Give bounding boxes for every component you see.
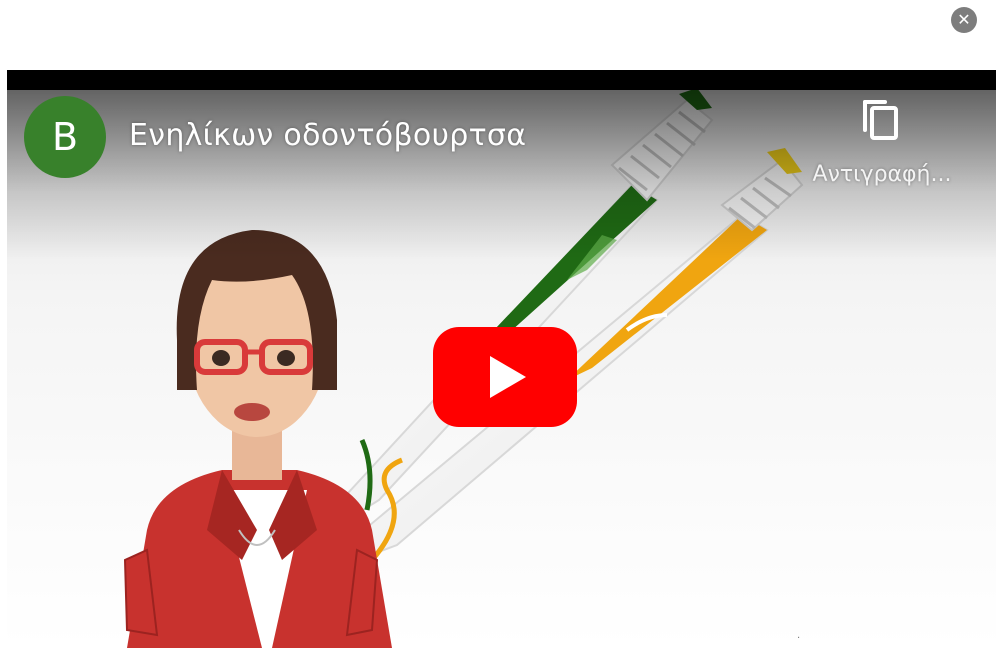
video-player[interactable]: . B Ενηλίκων οδοντόβουρτσα Αντιγραφή...: [7, 70, 996, 648]
copy-link-label: Αντιγραφή...: [812, 162, 952, 187]
channel-avatar[interactable]: B: [24, 96, 106, 178]
channel-initial: B: [51, 115, 79, 159]
close-button[interactable]: ✕: [951, 7, 977, 33]
copy-link-icon: [863, 100, 898, 140]
youtube-play-icon: [433, 327, 577, 427]
copy-link-button[interactable]: Αντιγραφή...: [797, 96, 967, 196]
play-button[interactable]: [433, 327, 577, 427]
video-title[interactable]: Ενηλίκων οδοντόβουρτσα: [129, 118, 526, 153]
svg-text:.: .: [797, 630, 800, 641]
close-icon: ✕: [957, 10, 971, 29]
